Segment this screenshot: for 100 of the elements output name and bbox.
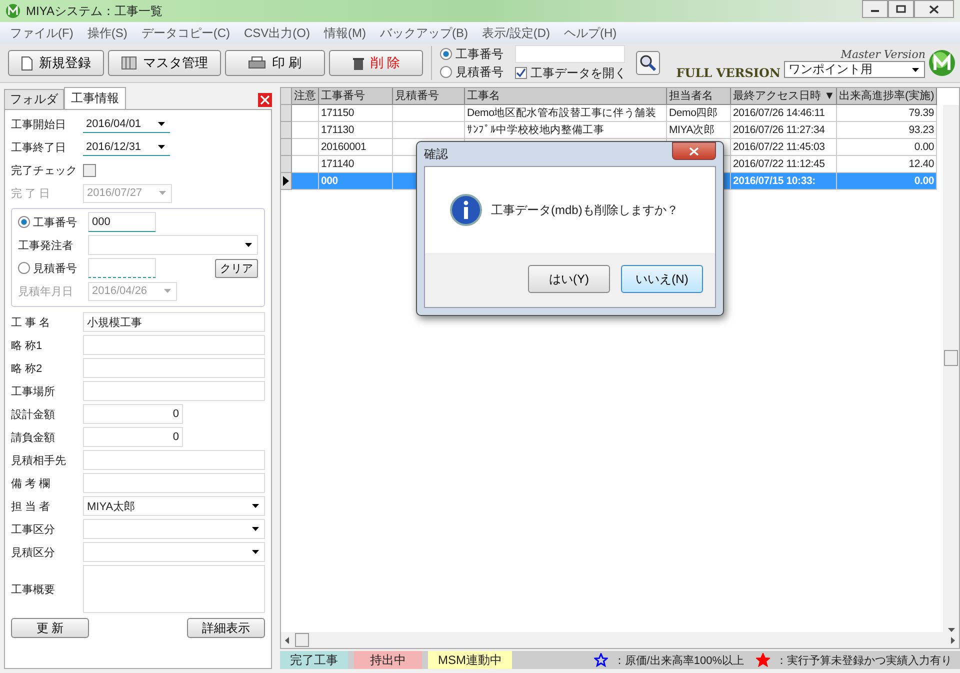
toolbar-button[interactable]: 新規登録	[8, 50, 104, 76]
scroll-right-icon[interactable]	[951, 636, 955, 644]
caret-icon	[158, 122, 165, 126]
field-label: 工事終了日	[11, 140, 67, 154]
close-icon	[689, 146, 699, 156]
menu-item[interactable]: 表示/設定(D)	[482, 24, 550, 42]
table-cell	[393, 122, 465, 139]
column-header[interactable]: 工事番号	[319, 88, 393, 105]
panel-tab[interactable]: 工事情報	[64, 87, 126, 109]
dialog-title: 確認	[424, 146, 448, 162]
column-header[interactable]: 見積番号	[393, 88, 465, 105]
dropdown[interactable]	[83, 542, 265, 562]
panel-tab[interactable]: フォルダ	[4, 89, 64, 109]
table-cell: MIYA次郎	[667, 122, 731, 139]
field-label: 工事開始日	[11, 118, 67, 132]
dialog-button[interactable]: いいえ(N)	[621, 265, 703, 293]
close-panel-button[interactable]	[258, 93, 272, 107]
legend-note: ：原価/出来高率100%以上	[614, 654, 744, 668]
panel-button[interactable]: 詳細表示	[187, 618, 265, 638]
app-logo-icon	[929, 50, 956, 76]
search-mode-radio[interactable]: 見積番号	[440, 64, 504, 80]
column-header[interactable]: 出来高進捗率(実施)	[837, 88, 937, 105]
menu-item[interactable]: データコピー(C)	[141, 24, 230, 42]
table-cell: ｻﾝﾌﾟﾙ中学校校地内整備工事	[465, 122, 667, 139]
scrollbar-thumb[interactable]	[295, 633, 309, 647]
construction-number-field[interactable]: 000	[88, 212, 156, 232]
estimate-number-radio[interactable]: 見積番号	[18, 260, 88, 276]
caret-icon	[164, 289, 171, 293]
menu-item[interactable]: バックアップ(B)	[380, 24, 468, 42]
table-cell	[292, 105, 319, 122]
amount-field[interactable]: 0	[83, 427, 183, 447]
menu-item[interactable]: 操作(S)	[87, 24, 128, 42]
column-header[interactable]: 工事名	[465, 88, 667, 105]
dialog-close-button[interactable]	[672, 142, 716, 160]
checkbox[interactable]	[83, 164, 96, 176]
search-mode-radio[interactable]: 工事番号	[440, 46, 504, 62]
window-title: MIYAシステム：工事一覧	[26, 2, 162, 20]
dropdown[interactable]: MIYA太郎	[83, 496, 265, 516]
field-label: 工事概要	[11, 582, 56, 596]
table-cell: 2016/07/22 11:45:03	[731, 139, 837, 156]
orderer-dropdown[interactable]	[88, 235, 258, 255]
scroll-left-icon[interactable]	[285, 636, 289, 644]
toolbar-button[interactable]: 印 刷	[225, 50, 325, 76]
dialog-button[interactable]: はい(Y)	[528, 265, 610, 293]
minimize-button[interactable]	[862, 0, 888, 18]
binder-icon	[121, 56, 137, 70]
text-field[interactable]	[83, 335, 265, 355]
text-field[interactable]	[83, 450, 265, 470]
column-header[interactable]: 担当者名	[667, 88, 731, 105]
vertical-scrollbar[interactable]	[943, 105, 959, 632]
dropdown[interactable]	[83, 519, 265, 539]
menu-item[interactable]: CSV出力(O)	[244, 24, 310, 42]
table-cell	[292, 122, 319, 139]
toolbar-button[interactable]: マスタ管理	[108, 50, 221, 76]
amount-field[interactable]: 0	[83, 404, 183, 424]
search-button[interactable]	[636, 51, 660, 75]
panel-button[interactable]: 更 新	[11, 618, 89, 638]
printer-icon	[248, 56, 266, 70]
menu-item[interactable]: ファイル(F)	[10, 24, 74, 42]
field-label: 見積年月日	[18, 284, 74, 298]
column-header[interactable]: 注意	[292, 88, 319, 105]
clear-button[interactable]: クリア	[215, 258, 258, 278]
text-field[interactable]	[83, 358, 265, 378]
menu-item[interactable]: 情報(M)	[324, 24, 366, 42]
field-label: 工事発注者	[18, 238, 74, 252]
legend-note: ：実行予算未登録かつ実績入力有り	[776, 654, 952, 668]
current-row-icon	[283, 176, 289, 186]
corner-header	[281, 88, 292, 105]
caret-icon	[252, 504, 259, 508]
star-icon	[594, 653, 608, 667]
date-field[interactable]: 2016/12/31	[83, 138, 170, 156]
document-icon	[21, 56, 33, 70]
horizontal-scrollbar[interactable]	[281, 632, 959, 648]
scrollbar-thumb[interactable]	[944, 350, 958, 366]
table-cell: 171150	[319, 105, 393, 122]
construction-number-radio[interactable]: 工事番号	[18, 214, 88, 230]
master-version-label: Master Version	[840, 48, 926, 61]
close-button[interactable]	[914, 0, 954, 18]
table-cell	[292, 173, 319, 190]
app-logo-icon	[6, 4, 20, 18]
text-area[interactable]	[83, 565, 265, 613]
table-cell: 2016/07/15 10:33:	[731, 173, 837, 190]
table-cell: 20160001	[319, 139, 393, 156]
close-icon	[260, 95, 270, 105]
trash-icon	[352, 56, 365, 70]
column-header[interactable]: 最終アクセス日時 ▼	[731, 88, 837, 105]
text-field[interactable]	[83, 473, 265, 493]
mode-dropdown[interactable]: ワンポイント用	[784, 61, 926, 78]
toolbar-button[interactable]: 削 除	[328, 50, 424, 76]
row-header[interactable]	[281, 173, 292, 190]
text-field[interactable]: 小規模工事	[83, 312, 265, 332]
maximize-button[interactable]	[888, 0, 914, 18]
table-cell: 0.00	[837, 139, 937, 156]
estimate-number-field[interactable]	[88, 258, 156, 278]
search-field[interactable]	[515, 44, 626, 62]
table-cell: 171130	[319, 122, 393, 139]
menu-item[interactable]: ヘルプ(H)	[564, 24, 617, 42]
text-field[interactable]	[83, 381, 265, 401]
date-field[interactable]: 2016/04/01	[83, 115, 170, 133]
open-data-checkbox[interactable]: 工事データを開く	[515, 64, 626, 82]
